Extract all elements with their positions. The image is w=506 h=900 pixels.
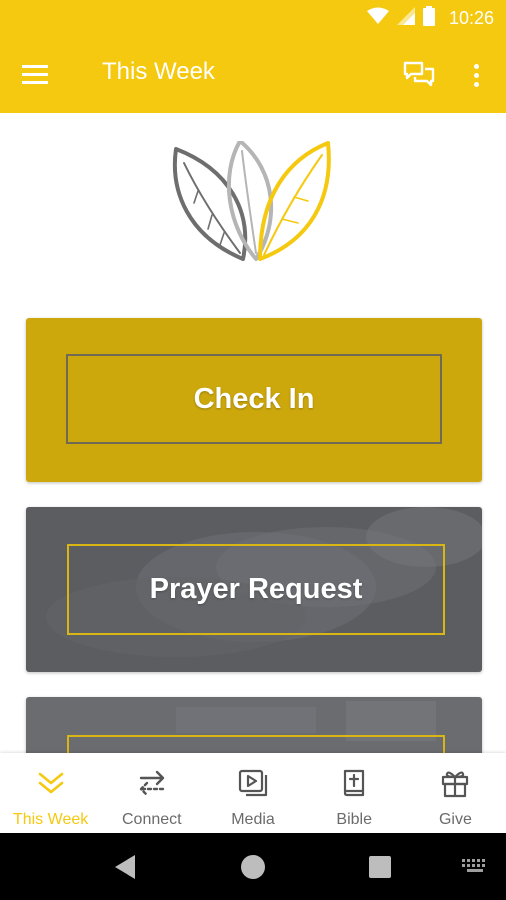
prayer-request-frame: Prayer Request [67,544,445,635]
nav-label: Bible [336,811,372,828]
nav-label: This Week [12,811,89,828]
status-bar: 10:26 [0,0,506,36]
app-bar: This Week [0,36,506,113]
nav-this-week[interactable]: This Week [0,753,101,833]
wifi-icon [366,7,389,29]
swap-arrows-icon [136,767,168,799]
nav-bible[interactable]: Bible [304,753,405,833]
bottom-navigation: This Week Connect Media Bible Give [0,753,506,833]
menu-icon[interactable] [22,58,58,90]
nav-media[interactable]: Media [202,753,303,833]
media-play-icon [237,767,269,799]
signal-icon [396,7,415,29]
nav-give[interactable]: Give [405,753,506,833]
gift-icon [439,767,471,799]
page-title: This Week [102,58,215,85]
keyboard-icon[interactable] [462,859,488,879]
check-in-frame: Check In [66,354,442,444]
home-icon[interactable] [241,855,265,879]
nav-label: Give [438,811,472,828]
nav-label: Connect [122,811,182,828]
chevrons-down-icon [35,767,67,799]
recent-apps-icon[interactable] [369,856,391,878]
status-time: 10:26 [448,7,494,28]
chat-icon[interactable] [402,58,436,92]
nav-connect[interactable]: Connect [101,753,202,833]
more-vert-icon[interactable] [464,58,488,92]
church-logo [0,113,506,293]
battery-icon [422,6,435,30]
check-in-label: Check In [193,382,315,415]
prayer-request-label: Prayer Request [149,573,363,605]
nav-label: Media [231,811,275,828]
check-in-card[interactable]: Check In [26,318,482,482]
back-icon[interactable] [115,855,137,883]
system-navigation-bar [0,833,506,900]
leaves-logo-icon [172,140,331,261]
status-icons: 10:26 [366,0,494,36]
bible-icon [338,767,370,799]
prayer-request-card[interactable]: Prayer Request [26,507,482,672]
